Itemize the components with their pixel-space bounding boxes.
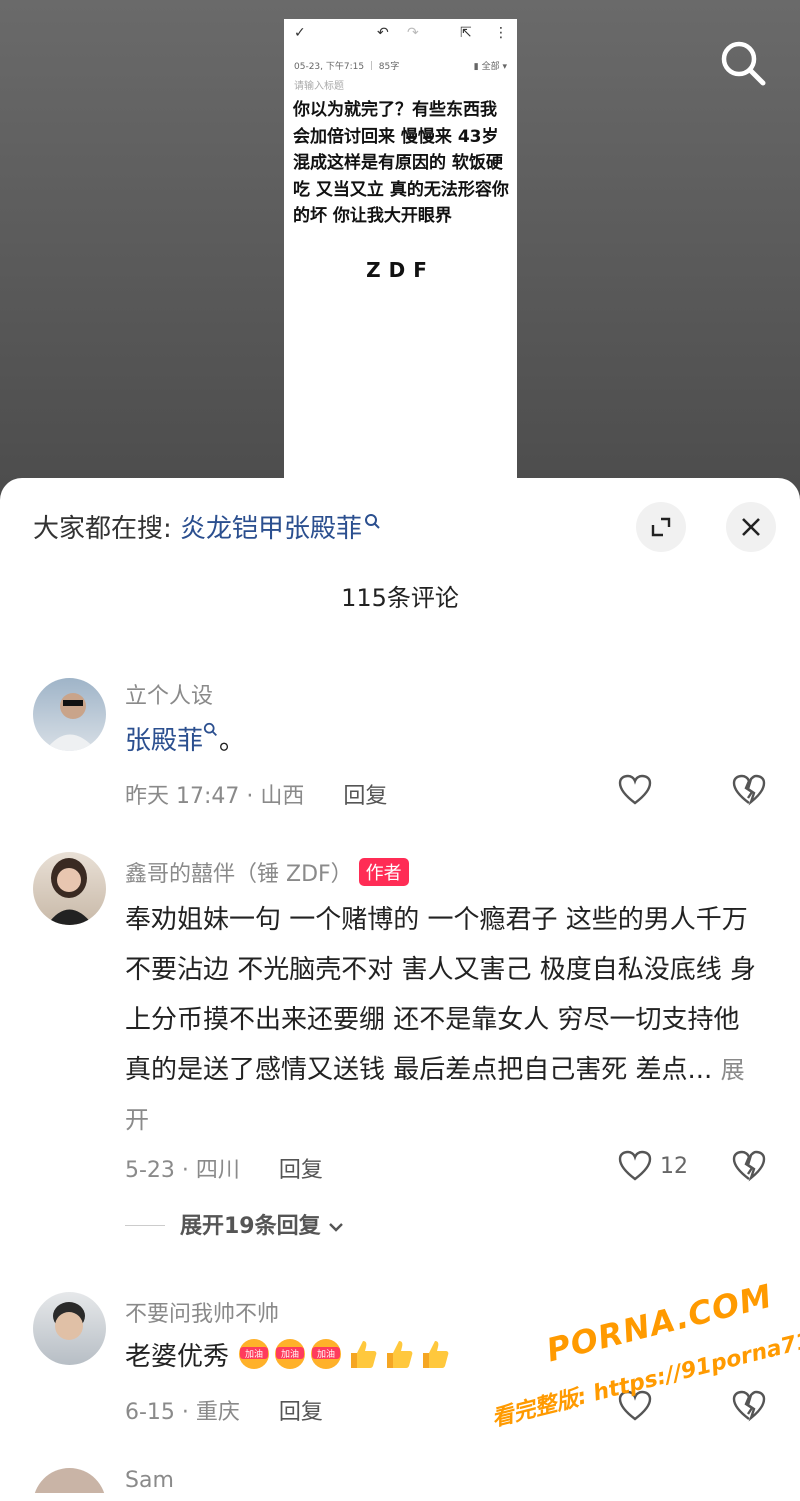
heart-icon — [618, 774, 652, 805]
expand-sheet-button[interactable] — [636, 502, 686, 552]
folder-icon: ▮ — [473, 62, 479, 72]
comment-text: 张殿菲。 — [125, 716, 760, 766]
svg-text:加油: 加油 — [245, 1348, 263, 1360]
broken-heart-icon — [732, 1150, 766, 1182]
dislike-button[interactable] — [732, 1150, 766, 1186]
comment-author[interactable]: 立个人设 — [125, 678, 213, 710]
jiayou-emoji-icon: 加油 — [239, 1339, 270, 1369]
comment-time: 昨天 17:47 · 山西 — [125, 784, 305, 809]
note-signature: ZDF — [366, 258, 435, 282]
thumbs-up-icon — [351, 1341, 377, 1368]
comment-author[interactable]: Sam — [125, 1468, 174, 1493]
note-body: 你以为就完了？有些东西我会加倍讨回来 慢慢来 43岁混成这样是有原因的 软饭硬吃… — [293, 100, 509, 226]
avatar[interactable] — [33, 852, 106, 925]
jiayou-emoji-icon: 加油 — [311, 1339, 342, 1369]
comment-author[interactable]: 不要问我帅不帅 — [125, 1296, 279, 1328]
note-folder: ▮ 全部 ▾ — [473, 62, 507, 72]
more-icon: ⋮ — [494, 25, 508, 41]
jiayou-emoji-icon: 加油 — [275, 1339, 306, 1369]
redo-icon: ↷ — [407, 25, 419, 41]
reply-button[interactable]: 回复 — [279, 1400, 323, 1425]
note-toolbar: ✓ ↶ ↷ ⇱ ⋮ — [284, 19, 517, 51]
comment-text: 奉劝姐妹一句 一个赌博的 一个瘾君子 这些的男人千万不要沾边 不光脑壳不对 害人… — [125, 905, 757, 1134]
divider — [125, 1225, 165, 1226]
svg-text:加油: 加油 — [281, 1348, 299, 1360]
comment-count: 115条评论 — [341, 584, 459, 612]
like-button[interactable] — [618, 774, 652, 806]
like-count: 12 — [660, 1153, 688, 1179]
comment-search-link[interactable]: 张殿菲 — [125, 726, 203, 756]
search-icon — [203, 722, 217, 736]
comment-meta: 昨天 17:47 · 山西 回复 — [125, 778, 387, 810]
home-indicator-area — [0, 1493, 800, 1501]
author-badge: 作者 — [358, 858, 409, 886]
comment-meta: 6-15 · 重庆 回复 — [125, 1394, 323, 1426]
note-screenshot: ✓ ↶ ↷ ⇱ ⋮ 05-23, 下午7:15 ｜ 85字 ▮ 全部 ▾ 请输入… — [284, 19, 517, 484]
note-date: 05-23, 下午7:15 ｜ 85字 — [294, 62, 400, 72]
note-meta: 05-23, 下午7:15 ｜ 85字 ▮ 全部 ▾ — [294, 59, 507, 73]
dropdown-icon: ▾ — [502, 62, 507, 72]
comment-author[interactable]: 鑫哥的囍伴（锤 ZDF） 作者 — [125, 856, 409, 888]
svg-text:加油: 加油 — [317, 1348, 335, 1360]
trending-search-prefix: 大家都在搜: — [33, 514, 172, 544]
avatar[interactable] — [33, 678, 106, 751]
thumbs-up-icon — [423, 1341, 449, 1368]
trending-search-query[interactable]: 炎龙铠甲张殿菲 — [180, 514, 362, 544]
check-icon: ✓ — [294, 25, 306, 41]
comment-meta: 5-23 · 四川 回复 — [125, 1152, 323, 1184]
heart-icon — [618, 1150, 652, 1181]
dislike-button[interactable] — [732, 774, 766, 810]
expand-icon — [651, 517, 671, 537]
reply-button[interactable]: 回复 — [343, 784, 387, 809]
trending-search[interactable]: 大家都在搜: 炎龙铠甲张殿菲 — [33, 508, 382, 545]
expand-replies-button[interactable]: 展开19条回复 — [180, 1208, 344, 1240]
undo-icon: ↶ — [377, 25, 389, 41]
search-icon[interactable] — [718, 38, 768, 88]
note-title-placeholder: 请输入标题 — [294, 81, 344, 92]
search-icon — [364, 508, 382, 538]
reply-button[interactable]: 回复 — [279, 1158, 323, 1183]
close-button[interactable] — [726, 502, 776, 552]
avatar[interactable] — [33, 1292, 106, 1365]
close-icon — [742, 518, 760, 536]
broken-heart-icon — [732, 774, 766, 806]
comment-time: 6-15 · 重庆 — [125, 1400, 240, 1425]
chevron-down-icon — [329, 1223, 344, 1232]
thumbs-up-icon — [387, 1341, 413, 1368]
comment-time: 5-23 · 四川 — [125, 1158, 240, 1183]
share-icon: ⇱ — [460, 25, 472, 41]
like-button[interactable]: 12 — [618, 1150, 688, 1182]
